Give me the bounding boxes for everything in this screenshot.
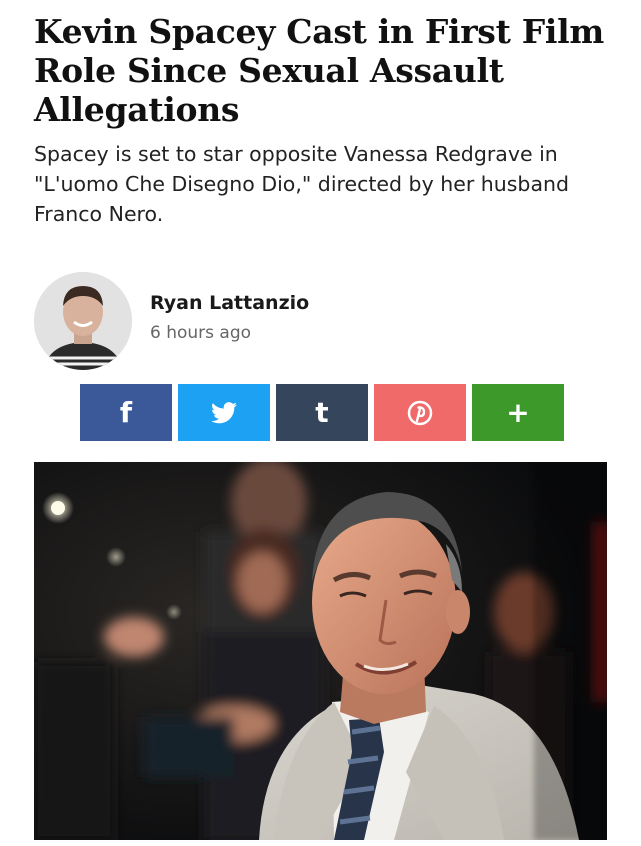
publish-time: 6 hours ago bbox=[150, 322, 252, 343]
author-name[interactable]: Ryan Lattanzio bbox=[150, 292, 309, 314]
share-twitter-button[interactable] bbox=[178, 384, 270, 441]
share-more-button[interactable]: + bbox=[472, 384, 564, 441]
article-header: Kevin Spacey Cast in First Film Role Sin… bbox=[34, 0, 609, 229]
hero-image[interactable] bbox=[34, 462, 607, 840]
twitter-icon bbox=[211, 401, 237, 423]
avatar-portrait-icon bbox=[34, 272, 132, 370]
share-bar: f t + bbox=[80, 384, 564, 441]
facebook-icon: f bbox=[119, 395, 133, 429]
share-pinterest-button[interactable] bbox=[374, 384, 466, 441]
article-headline: Kevin Spacey Cast in First Film Role Sin… bbox=[34, 12, 604, 129]
author-avatar[interactable] bbox=[34, 272, 132, 370]
author-byline[interactable]: Ryan Lattanzio 6 hours ago bbox=[34, 272, 309, 370]
photo-of-man-in-suit-icon bbox=[34, 462, 607, 840]
pinterest-icon bbox=[407, 400, 433, 425]
share-facebook-button[interactable]: f bbox=[80, 384, 172, 441]
tumblr-icon: t bbox=[315, 395, 329, 429]
article-subtitle: Spacey is set to star opposite Vanessa R… bbox=[34, 142, 570, 226]
share-tumblr-button[interactable]: t bbox=[276, 384, 368, 441]
plus-icon: + bbox=[506, 395, 530, 429]
